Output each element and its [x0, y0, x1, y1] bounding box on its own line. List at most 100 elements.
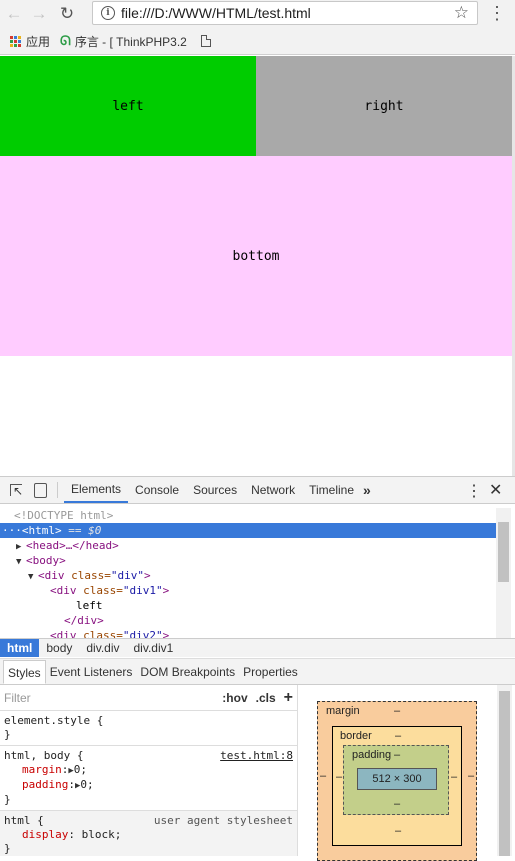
cls-toggle[interactable]: .cls — [256, 691, 276, 705]
breadcrumb: html body div.div div.div1 — [0, 638, 515, 657]
box-model-margin[interactable]: margin – – – border – – – – padding – – … — [317, 701, 477, 861]
div2-right-block: right — [256, 56, 512, 156]
sidebar-tabs: Styles Event Listeners DOM Breakpoints P… — [0, 658, 515, 685]
margin-label: margin — [326, 705, 360, 717]
inspect-element-icon[interactable] — [10, 484, 23, 498]
border-top-value: – — [395, 730, 402, 742]
tab-separator — [57, 482, 58, 498]
box-model-border[interactable]: border – – – – padding – – 512 × 300 — [332, 726, 462, 846]
tab-properties[interactable]: Properties — [239, 660, 302, 684]
apps-grid-icon — [10, 35, 21, 47]
breadcrumb-body[interactable]: body — [39, 639, 79, 657]
border-label: border — [340, 730, 372, 742]
tab-console[interactable]: Console — [128, 477, 186, 503]
border-right-value: – — [451, 771, 458, 783]
rule-html-user-agent[interactable]: user agent stylesheet html { display: blo… — [0, 811, 297, 856]
address-bar[interactable]: i file:///D:/WWW/HTML/test.html ☆ — [92, 1, 478, 25]
box-model-content[interactable]: 512 × 300 — [357, 768, 437, 790]
styles-pane: Filter :hov .cls + element.style { } tes… — [0, 685, 297, 856]
tab-timeline[interactable]: Timeline — [302, 477, 361, 503]
reload-icon: ↻ — [59, 4, 75, 23]
rule-html-body[interactable]: test.html:8 html, body { margin:▶0; paddi… — [0, 746, 297, 811]
new-style-rule-icon[interactable]: + — [284, 689, 293, 707]
device-toolbar-icon[interactable] — [34, 482, 47, 498]
breadcrumb-div-div1[interactable]: div.div1 — [127, 639, 181, 657]
tab-network[interactable]: Network — [244, 477, 302, 503]
back-arrow-icon: ← — [5, 4, 23, 23]
styles-filter-input[interactable]: Filter — [4, 691, 214, 705]
div1-left-block: left — [0, 56, 256, 156]
styles-filter-row: Filter :hov .cls + — [0, 685, 297, 711]
bookmark-apps-label: 应用 — [26, 34, 51, 49]
dom-text-left[interactable]: left — [0, 598, 496, 613]
margin-top-value: – — [394, 705, 401, 717]
dom-body[interactable]: ▼ <body> — [0, 553, 496, 568]
breadcrumb-div-div[interactable]: div.div — [79, 639, 126, 657]
document-icon — [200, 35, 211, 47]
padding-bottom-value: – — [394, 798, 401, 810]
property-margin[interactable]: margin:▶0; — [4, 763, 293, 778]
hov-toggle[interactable]: :hov — [222, 691, 247, 705]
bookmarks-bar: 应用 ᘏ 序言 - [ ThinkPHP3.2 — [0, 28, 515, 55]
bookmark-apps[interactable]: 应用 — [10, 33, 50, 50]
breadcrumb-html[interactable]: html — [0, 639, 40, 657]
dom-div1-close[interactable]: </div> — [0, 613, 496, 628]
forward-arrow-icon: → — [30, 4, 48, 23]
url-text[interactable]: file:///D:/WWW/HTML/test.html — [121, 5, 454, 21]
dom-head[interactable]: ▶ <head>…</head> — [0, 538, 496, 553]
dom-div2[interactable]: <div class="div2"> — [0, 628, 496, 638]
forward-button[interactable]: → — [28, 3, 50, 25]
back-button[interactable]: ← — [3, 3, 25, 25]
rule-source-label: user agent stylesheet — [153, 814, 293, 827]
padding-top-value: – — [394, 749, 401, 761]
dom-tree-scrollbar[interactable] — [496, 508, 511, 638]
border-bottom-value: – — [395, 825, 402, 837]
tab-dom-breakpoints[interactable]: DOM Breakpoints — [136, 660, 239, 684]
swirl-icon: ᘏ — [60, 33, 71, 48]
rule-selector: html, body { — [4, 749, 84, 762]
reload-button[interactable]: ↻ — [56, 3, 78, 25]
property-display[interactable]: display: block; — [4, 828, 293, 842]
scrollbar-thumb[interactable] — [499, 691, 510, 856]
styles-scrollbar[interactable] — [497, 685, 512, 856]
devtools-panel: Elements Console Sources Network Timelin… — [0, 476, 515, 861]
rule-selector: element.style { — [4, 714, 104, 727]
rule-close: } — [4, 842, 11, 855]
border-left-value: – — [336, 771, 343, 783]
devtools-menu-icon[interactable]: ⋮ — [466, 481, 482, 501]
dom-html-selected[interactable]: ···<html> == $0 — [0, 523, 496, 538]
tab-styles[interactable]: Styles — [3, 659, 46, 684]
dom-div1[interactable]: <div class="div1"> — [0, 583, 496, 598]
info-icon[interactable]: i — [101, 6, 115, 20]
devtools-tabbar: Elements Console Sources Network Timelin… — [0, 477, 515, 504]
browser-menu-button[interactable]: ⋮ — [488, 4, 506, 22]
property-padding[interactable]: padding:▶0; — [4, 778, 293, 793]
tab-sources[interactable]: Sources — [186, 477, 244, 503]
scrollbar-thumb[interactable] — [498, 522, 509, 582]
rule-close: } — [4, 793, 11, 806]
rule-selector: html { — [4, 814, 44, 827]
close-devtools-icon[interactable]: ✕ — [489, 480, 502, 500]
rule-source-link[interactable]: test.html:8 — [220, 749, 293, 763]
collapse-triangle-icon[interactable]: ▼ — [16, 555, 26, 570]
padding-label: padding — [352, 749, 392, 761]
page-viewport: left right bottom — [0, 56, 512, 476]
browser-toolbar: ← → ↻ i file:///D:/WWW/HTML/test.html ☆ … — [0, 0, 515, 28]
bookmark-document[interactable] — [197, 35, 211, 47]
margin-right-value: – — [468, 770, 475, 782]
tab-event-listeners[interactable]: Event Listeners — [46, 660, 137, 684]
bookmark-thinkphp-label: 序言 - [ ThinkPHP3.2 — [74, 34, 187, 49]
bottom-block: bottom — [0, 156, 512, 356]
box-model-padding[interactable]: padding – – 512 × 300 — [343, 745, 449, 815]
tab-elements[interactable]: Elements — [64, 477, 129, 503]
collapse-triangle-icon[interactable]: ▼ — [28, 570, 38, 585]
dom-tree: <!DOCTYPE html> ···<html> == $0 ▶ <head>…… — [0, 508, 496, 638]
box-model-pane: margin – – – border – – – – padding – – … — [297, 685, 497, 861]
more-tabs-icon[interactable]: » — [363, 482, 371, 498]
dom-doctype[interactable]: <!DOCTYPE html> — [0, 508, 496, 523]
bookmark-thinkphp[interactable]: ᘏ 序言 - [ ThinkPHP3.2 — [60, 33, 187, 50]
bookmark-star-icon[interactable]: ☆ — [454, 3, 469, 23]
rule-element-style[interactable]: element.style { } — [0, 711, 297, 746]
rule-close: } — [4, 728, 11, 741]
dom-div[interactable]: ▼ <div class="div"> — [0, 568, 496, 583]
